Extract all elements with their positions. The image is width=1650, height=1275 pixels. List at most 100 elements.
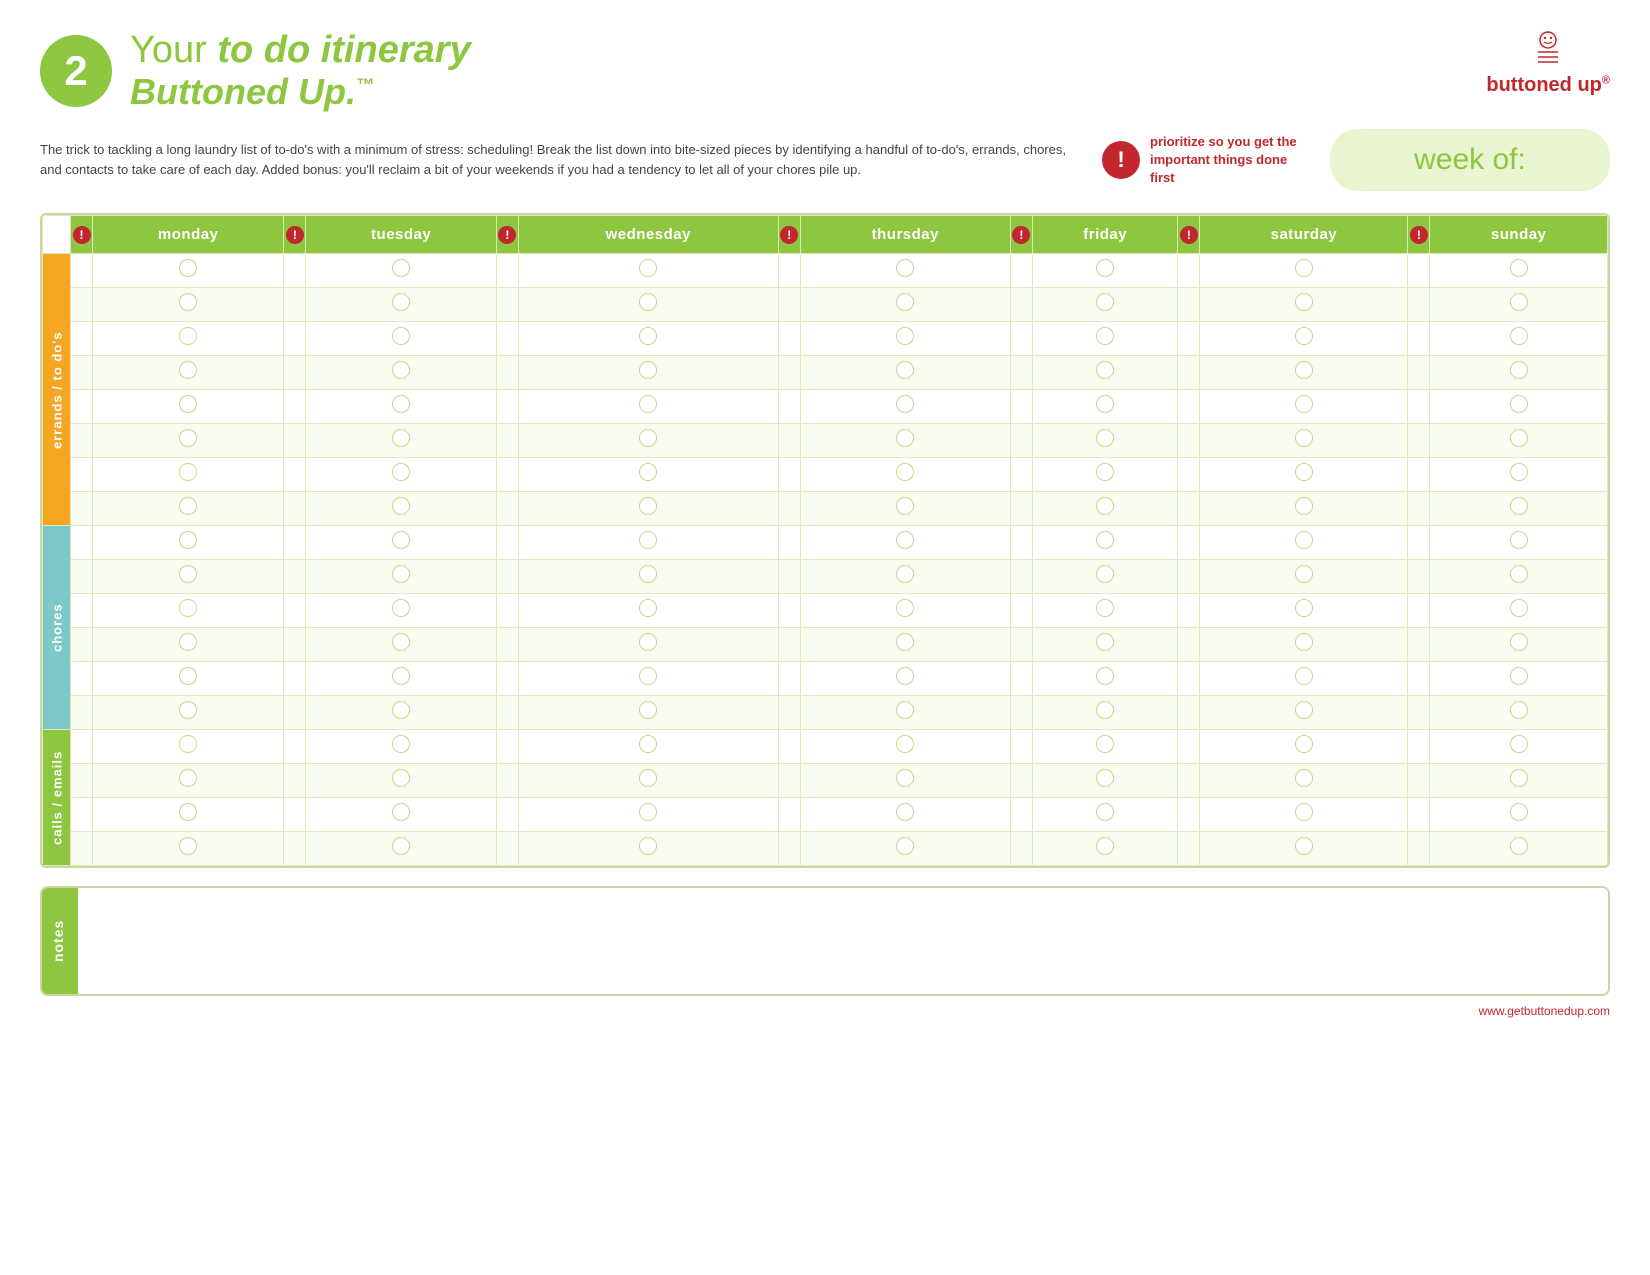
data-cell-errands-r1-d6[interactable] <box>1430 288 1608 322</box>
excl-cell-calls-r2-d2[interactable] <box>496 798 518 832</box>
data-cell-errands-r2-d0[interactable] <box>93 322 284 356</box>
checkbox-circle[interactable] <box>179 803 197 821</box>
excl-cell-chores-r3-d2[interactable] <box>496 628 518 662</box>
data-cell-chores-r1-d2[interactable] <box>518 560 778 594</box>
checkbox-circle[interactable] <box>639 701 657 719</box>
checkbox-circle[interactable] <box>179 565 197 583</box>
excl-cell-errands-r7-d1[interactable] <box>284 492 306 526</box>
excl-cell-errands-r2-d0[interactable] <box>71 322 93 356</box>
data-cell-errands-r3-d5[interactable] <box>1200 356 1408 390</box>
excl-cell-chores-r5-d2[interactable] <box>496 696 518 730</box>
checkbox-circle[interactable] <box>896 633 914 651</box>
checkbox-circle[interactable] <box>639 531 657 549</box>
checkbox-circle[interactable] <box>1510 361 1528 379</box>
data-cell-calls-r1-d4[interactable] <box>1032 764 1178 798</box>
checkbox-circle[interactable] <box>1096 463 1114 481</box>
data-cell-chores-r2-d1[interactable] <box>306 594 497 628</box>
data-cell-errands-r5-d1[interactable] <box>306 424 497 458</box>
data-cell-errands-r0-d5[interactable] <box>1200 254 1408 288</box>
data-cell-errands-r4-d6[interactable] <box>1430 390 1608 424</box>
excl-cell-errands-r5-d5[interactable] <box>1178 424 1200 458</box>
data-cell-calls-r2-d1[interactable] <box>306 798 497 832</box>
checkbox-circle[interactable] <box>1295 565 1313 583</box>
excl-cell-errands-r0-d2[interactable] <box>496 254 518 288</box>
checkbox-circle[interactable] <box>1096 735 1114 753</box>
excl-cell-errands-r6-d1[interactable] <box>284 458 306 492</box>
data-cell-errands-r4-d1[interactable] <box>306 390 497 424</box>
excl-cell-errands-r2-d2[interactable] <box>496 322 518 356</box>
excl-cell-chores-r0-d6[interactable] <box>1408 526 1430 560</box>
excl-cell-calls-r1-d0[interactable] <box>71 764 93 798</box>
checkbox-circle[interactable] <box>896 497 914 515</box>
excl-cell-errands-r3-d4[interactable] <box>1010 356 1032 390</box>
excl-cell-errands-r3-d5[interactable] <box>1178 356 1200 390</box>
excl-cell-chores-r4-d2[interactable] <box>496 662 518 696</box>
data-cell-errands-r3-d0[interactable] <box>93 356 284 390</box>
checkbox-circle[interactable] <box>1510 429 1528 447</box>
checkbox-circle[interactable] <box>392 327 410 345</box>
data-cell-errands-r5-d2[interactable] <box>518 424 778 458</box>
excl-cell-calls-r2-d3[interactable] <box>778 798 800 832</box>
excl-cell-chores-r5-d3[interactable] <box>778 696 800 730</box>
excl-cell-calls-r2-d5[interactable] <box>1178 798 1200 832</box>
data-cell-errands-r1-d5[interactable] <box>1200 288 1408 322</box>
data-cell-errands-r7-d3[interactable] <box>800 492 1010 526</box>
checkbox-circle[interactable] <box>896 327 914 345</box>
data-cell-chores-r2-d4[interactable] <box>1032 594 1178 628</box>
excl-cell-errands-r6-d0[interactable] <box>71 458 93 492</box>
excl-cell-calls-r3-d6[interactable] <box>1408 832 1430 866</box>
excl-cell-errands-r4-d1[interactable] <box>284 390 306 424</box>
excl-cell-calls-r1-d6[interactable] <box>1408 764 1430 798</box>
excl-cell-errands-r5-d4[interactable] <box>1010 424 1032 458</box>
checkbox-circle[interactable] <box>1510 633 1528 651</box>
checkbox-circle[interactable] <box>896 463 914 481</box>
checkbox-circle[interactable] <box>1096 667 1114 685</box>
data-cell-errands-r2-d3[interactable] <box>800 322 1010 356</box>
checkbox-circle[interactable] <box>392 361 410 379</box>
checkbox-circle[interactable] <box>179 667 197 685</box>
checkbox-circle[interactable] <box>1295 259 1313 277</box>
notes-content[interactable] <box>78 888 1608 994</box>
checkbox-circle[interactable] <box>896 667 914 685</box>
data-cell-errands-r7-d6[interactable] <box>1430 492 1608 526</box>
data-cell-chores-r4-d0[interactable] <box>93 662 284 696</box>
data-cell-calls-r2-d3[interactable] <box>800 798 1010 832</box>
data-cell-calls-r0-d5[interactable] <box>1200 730 1408 764</box>
data-cell-calls-r3-d6[interactable] <box>1430 832 1608 866</box>
data-cell-chores-r3-d1[interactable] <box>306 628 497 662</box>
data-cell-calls-r1-d6[interactable] <box>1430 764 1608 798</box>
excl-cell-errands-r7-d3[interactable] <box>778 492 800 526</box>
checkbox-circle[interactable] <box>392 395 410 413</box>
excl-cell-errands-r0-d1[interactable] <box>284 254 306 288</box>
excl-cell-chores-r1-d0[interactable] <box>71 560 93 594</box>
data-cell-chores-r4-d2[interactable] <box>518 662 778 696</box>
checkbox-circle[interactable] <box>392 633 410 651</box>
data-cell-errands-r6-d6[interactable] <box>1430 458 1608 492</box>
checkbox-circle[interactable] <box>1096 633 1114 651</box>
checkbox-circle[interactable] <box>1295 497 1313 515</box>
checkbox-circle[interactable] <box>639 599 657 617</box>
excl-cell-errands-r4-d4[interactable] <box>1010 390 1032 424</box>
data-cell-errands-r3-d6[interactable] <box>1430 356 1608 390</box>
data-cell-chores-r5-d0[interactable] <box>93 696 284 730</box>
checkbox-circle[interactable] <box>179 599 197 617</box>
data-cell-errands-r1-d2[interactable] <box>518 288 778 322</box>
excl-cell-errands-r4-d6[interactable] <box>1408 390 1430 424</box>
checkbox-circle[interactable] <box>896 259 914 277</box>
excl-cell-calls-r1-d1[interactable] <box>284 764 306 798</box>
data-cell-errands-r5-d5[interactable] <box>1200 424 1408 458</box>
excl-cell-calls-r0-d2[interactable] <box>496 730 518 764</box>
excl-cell-errands-r6-d3[interactable] <box>778 458 800 492</box>
checkbox-circle[interactable] <box>1096 803 1114 821</box>
checkbox-circle[interactable] <box>1295 599 1313 617</box>
data-cell-errands-r1-d4[interactable] <box>1032 288 1178 322</box>
excl-cell-chores-r0-d2[interactable] <box>496 526 518 560</box>
checkbox-circle[interactable] <box>1510 837 1528 855</box>
data-cell-errands-r3-d3[interactable] <box>800 356 1010 390</box>
excl-cell-errands-r1-d4[interactable] <box>1010 288 1032 322</box>
checkbox-circle[interactable] <box>639 463 657 481</box>
checkbox-circle[interactable] <box>1295 837 1313 855</box>
excl-cell-chores-r1-d5[interactable] <box>1178 560 1200 594</box>
data-cell-calls-r1-d1[interactable] <box>306 764 497 798</box>
data-cell-calls-r3-d0[interactable] <box>93 832 284 866</box>
